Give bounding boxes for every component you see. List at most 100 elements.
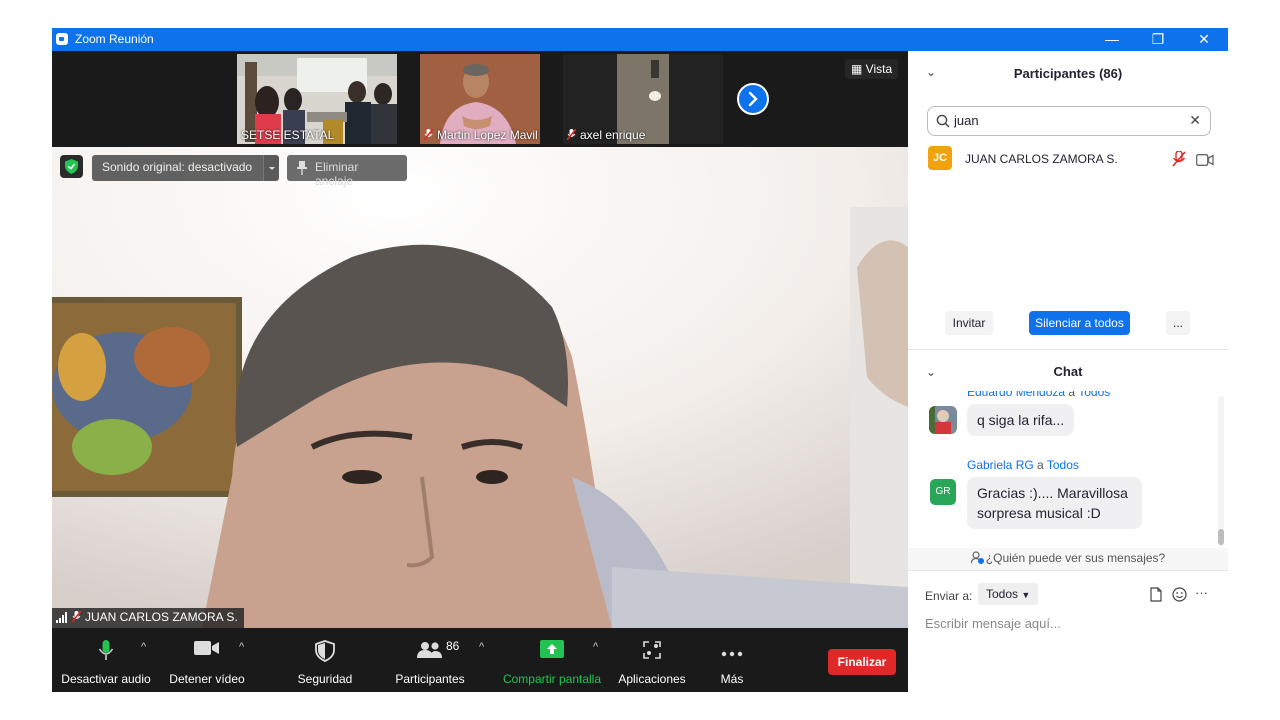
thumbnail-martin-lopez[interactable]: Martin Lopez Mavil xyxy=(420,54,540,144)
share-screen-button[interactable]: Compartir pantalla xyxy=(500,628,604,692)
mute-audio-label: Desactivar audio xyxy=(61,672,151,686)
thumbnail-name: axel enrique xyxy=(566,128,646,142)
thumbnail-setse-estatal[interactable]: SETSE ESTATAL xyxy=(237,54,397,144)
side-panel: ⌄ Participantes (86) ✕ JC JUAN CARLOS ZA… xyxy=(908,51,1228,692)
microphone-icon xyxy=(98,640,114,665)
title-bar: Zoom Reunión — ❐ ✕ xyxy=(52,28,1228,51)
minimize-button[interactable]: — xyxy=(1089,28,1135,51)
unpin-button[interactable]: Eliminar anclaje xyxy=(287,155,407,188)
thumbnail-name-text: axel enrique xyxy=(580,128,646,142)
zoom-window: Zoom Reunión — ❐ ✕ SETSE ESTATAL Martin … xyxy=(52,28,1228,692)
view-button[interactable]: ▦ Vista xyxy=(845,59,899,79)
emoji-icon[interactable] xyxy=(1172,587,1187,607)
security-button[interactable]: Seguridad xyxy=(288,628,362,692)
chevron-right-icon xyxy=(748,91,758,107)
muted-mic-icon xyxy=(423,128,434,141)
to-word: a xyxy=(1037,458,1044,472)
thumbnail-name: Martin Lopez Mavil xyxy=(423,128,538,142)
thumbnail-name-text: Martin Lopez Mavil xyxy=(437,128,538,142)
participant-avatar: JC xyxy=(928,146,952,170)
sender-avatar xyxy=(929,406,957,434)
file-icon[interactable] xyxy=(1150,587,1162,607)
speaker-name: JUAN CARLOS ZAMORA S. xyxy=(85,610,238,624)
panel-divider xyxy=(908,349,1228,350)
zoom-app-icon xyxy=(56,33,68,45)
send-to-dropdown[interactable]: Todos ▼ xyxy=(978,583,1039,605)
signal-strength-icon xyxy=(56,612,68,626)
speaker-video-frame xyxy=(52,147,908,628)
chevron-down-icon: ▼ xyxy=(1021,590,1031,600)
send-to-value: Todos xyxy=(986,587,1019,601)
end-meeting-button[interactable]: Finalizar xyxy=(828,649,896,675)
apps-icon xyxy=(642,640,662,663)
participants-header: ⌄ Participantes (86) xyxy=(908,51,1228,96)
video-camera-icon xyxy=(194,640,220,659)
meeting-toolbar: Desactivar audio ^ Detener vídeo ^ Segur… xyxy=(52,628,908,692)
video-options-caret[interactable]: ^ xyxy=(239,641,244,653)
participant-name: JUAN CARLOS ZAMORA S. xyxy=(965,152,1118,166)
unpin-label: Eliminar anclaje xyxy=(315,160,359,188)
next-page-button[interactable] xyxy=(737,83,769,115)
close-button[interactable]: ✕ xyxy=(1181,28,1227,51)
original-sound-dropdown[interactable] xyxy=(263,155,279,181)
chat-message-input[interactable] xyxy=(925,616,1205,631)
muted-mic-icon xyxy=(71,610,82,623)
thumbnail-strip: SETSE ESTATAL Martin Lopez Mavil axel en… xyxy=(52,51,908,147)
restore-button[interactable]: ❐ xyxy=(1135,28,1181,51)
participants-icon xyxy=(417,642,443,661)
stop-video-button[interactable]: Detener vídeo xyxy=(162,628,252,692)
message-bubble: q siga la rifa... xyxy=(967,404,1075,436)
pin-icon xyxy=(297,161,307,175)
invite-button[interactable]: Invitar xyxy=(945,311,993,335)
share-screen-icon xyxy=(540,640,564,661)
caret-down-icon xyxy=(269,167,275,170)
chat-messages: Eduardo Mendoza a Todos q siga la rifa..… xyxy=(908,391,1228,543)
participants-count: 86 xyxy=(446,639,460,653)
speaker-name-badge: JUAN CARLOS ZAMORA S. xyxy=(52,608,244,628)
to-word: a xyxy=(1068,391,1076,399)
participant-row[interactable]: JC JUAN CARLOS ZAMORA S. xyxy=(908,146,1228,174)
search-icon xyxy=(936,114,950,133)
message-sender: Gabriela RG a Todos xyxy=(967,458,1079,472)
recipient: Todos xyxy=(1078,391,1111,399)
who-can-see-messages[interactable]: ¿Quién puede ver sus mensajes? xyxy=(908,548,1228,570)
thumbnail-name: SETSE ESTATAL xyxy=(241,128,335,142)
original-sound-toggle[interactable]: Sonido original: desactivado xyxy=(92,155,278,181)
participants-more-button[interactable]: ... xyxy=(1166,311,1190,335)
clear-search-icon[interactable]: ✕ xyxy=(1189,112,1201,129)
participants-options-caret[interactable]: ^ xyxy=(479,641,484,653)
participants-label: Participantes xyxy=(395,672,465,686)
participant-muted-mic-icon[interactable] xyxy=(1172,150,1186,172)
thumbnail-axel-enrique[interactable]: axel enrique xyxy=(563,54,723,144)
message-bubble: Gracias :).... Maravillosa sorpresa musi… xyxy=(967,477,1142,529)
more-options-icon[interactable]: ··· xyxy=(1195,585,1208,600)
main-video xyxy=(52,147,908,628)
stop-video-label: Detener vídeo xyxy=(169,672,245,686)
more-label: Más xyxy=(720,672,744,686)
mute-all-button[interactable]: Silenciar a todos xyxy=(1029,311,1130,335)
participants-title: Participantes (86) xyxy=(1013,66,1123,81)
window-title: Zoom Reunión xyxy=(75,32,154,46)
message-sender: Eduardo Mendoza a Todos xyxy=(967,391,1110,399)
participant-video-icon[interactable] xyxy=(1196,153,1214,171)
who-can-see-text: ¿Quién puede ver sus mensajes? xyxy=(985,551,1166,565)
view-button-label: Vista xyxy=(865,62,893,76)
recipient: Todos xyxy=(1046,458,1079,472)
chat-scrollbar[interactable] xyxy=(1218,396,1224,546)
apps-button[interactable]: Aplicaciones xyxy=(612,628,692,692)
participants-button[interactable]: 86 Participantes xyxy=(390,628,470,692)
grid-icon: ▦ xyxy=(851,62,866,76)
mute-audio-button[interactable]: Desactivar audio xyxy=(58,628,154,692)
share-screen-label: Compartir pantalla xyxy=(502,672,602,686)
chat-compose: Enviar a: Todos ▼ ··· xyxy=(908,570,1228,693)
security-shield-badge[interactable] xyxy=(60,155,83,178)
participant-search-box: ✕ xyxy=(927,106,1211,136)
chat-scrollbar-thumb[interactable] xyxy=(1218,529,1224,545)
audio-options-caret[interactable]: ^ xyxy=(141,641,146,653)
participant-search-input[interactable] xyxy=(954,113,1174,128)
muted-mic-icon xyxy=(566,128,577,141)
chat-title: Chat xyxy=(1053,364,1083,379)
sender-avatar: GR xyxy=(930,479,956,505)
more-button[interactable]: Más xyxy=(702,628,762,692)
share-options-caret[interactable]: ^ xyxy=(593,641,598,653)
